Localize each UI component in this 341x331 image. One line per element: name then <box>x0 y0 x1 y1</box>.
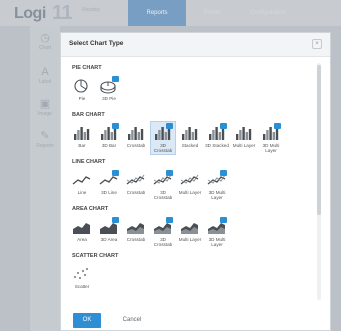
scrollbar-thumb[interactable] <box>317 65 321 215</box>
chart-type-option[interactable]: Scatter <box>69 262 95 296</box>
line-multilayer-icon <box>178 171 202 189</box>
select-chart-type-dialog: Select Chart Type × PIE CHART Pie 3D Pie BA… <box>60 32 331 331</box>
section-title: BAR CHART <box>72 112 105 118</box>
three-d-badge-icon <box>112 170 119 176</box>
chart-type-option[interactable]: Multi Layer <box>231 121 257 155</box>
chart-type-label: 3D Multi Layer <box>262 143 280 154</box>
section-title: PIE CHART <box>72 65 102 71</box>
bar-crosstab-icon <box>124 124 148 142</box>
chart-type-option[interactable]: Bar <box>69 121 95 155</box>
dialog-header: Select Chart Type × <box>61 33 330 57</box>
chart-type-label: Bar <box>78 143 86 148</box>
chart-type-label: Crosstab <box>126 237 146 242</box>
chart-type-label: Pie <box>78 96 86 101</box>
chart-type-label: Multi Layer <box>232 143 256 148</box>
chart-type-label: 3D Bar <box>101 143 117 148</box>
three-d-badge-icon <box>220 170 227 176</box>
chart-type-option[interactable]: Stacked <box>177 121 203 155</box>
chart-section: LINE CHART Line 3D Line Crosstab 3D Crosstab… <box>69 159 315 202</box>
chart-type-option[interactable]: Crosstab <box>123 168 149 202</box>
three-d-badge-icon <box>274 123 281 129</box>
three-d-badge-icon <box>112 217 119 223</box>
cancel-button[interactable]: Cancel <box>117 313 147 328</box>
chart-type-list: PIE CHART Pie 3D Pie BAR CHART Bar 3D Bar Cros… <box>69 63 315 300</box>
three-d-badge-icon <box>166 123 173 129</box>
chart-type-option[interactable]: 3D Crosstab <box>150 215 176 249</box>
chart-type-label: 3D Area <box>100 237 118 242</box>
three-d-badge-icon <box>220 123 227 129</box>
chart-type-option[interactable]: 3D Bar <box>96 121 122 155</box>
chart-type-row: Pie 3D Pie <box>69 74 315 108</box>
chart-type-row: Bar 3D Bar Crosstab 3D Crosstab Stacked 3D St… <box>69 121 315 155</box>
chart-type-option[interactable]: 3D Line <box>96 168 122 202</box>
chart-type-label: 3D Pie <box>102 96 116 101</box>
chart-type-label: Multi Layer <box>178 190 202 195</box>
chart-type-row: Area 3D Area Crosstab 3D Crosstab Multi Laye… <box>69 215 315 249</box>
three-d-badge-icon <box>112 123 119 129</box>
scrollbar[interactable] <box>317 63 321 300</box>
pie-icon <box>70 77 94 95</box>
area-multilayer-icon <box>178 218 202 236</box>
chart-type-label: Crosstab <box>126 143 146 148</box>
chart-type-option[interactable]: 3D Stacked <box>204 121 230 155</box>
line-crosstab-icon <box>124 171 148 189</box>
line-icon <box>70 171 94 189</box>
chart-type-label: 3D Crosstab <box>153 237 173 248</box>
chart-type-label: Crosstab <box>126 190 146 195</box>
section-title: LINE CHART <box>72 159 106 165</box>
chart-type-option[interactable]: Multi Layer <box>177 215 203 249</box>
three-d-badge-icon <box>166 170 173 176</box>
three-d-badge-icon <box>112 76 119 82</box>
chart-type-label: 3D Line <box>101 190 117 195</box>
bar-icon <box>70 124 94 142</box>
area-crosstab-icon <box>124 218 148 236</box>
bar-stacked-icon <box>178 124 202 142</box>
chart-type-row: Scatter <box>69 262 315 296</box>
dialog-title: Select Chart Type <box>69 40 124 47</box>
scatter-icon <box>70 265 94 283</box>
chart-type-option[interactable]: 3D Pie <box>96 74 122 108</box>
chart-type-option[interactable]: Crosstab <box>123 121 149 155</box>
chart-type-option[interactable]: 3D Crosstab <box>150 121 176 155</box>
bar-multilayer-icon <box>232 124 256 142</box>
dialog-footer: OK Cancel <box>61 303 330 331</box>
chart-section: AREA CHART Area 3D Area Crosstab 3D Crosstab… <box>69 206 315 249</box>
chart-type-label: 3D Crosstab <box>153 190 173 201</box>
chart-type-option[interactable]: Crosstab <box>123 215 149 249</box>
chart-type-row: Line 3D Line Crosstab 3D Crosstab Multi Laye… <box>69 168 315 202</box>
chart-section: BAR CHART Bar 3D Bar Crosstab 3D Crosstab Sta… <box>69 112 315 155</box>
chart-type-label: 3D Multi Layer <box>208 190 226 201</box>
chart-type-label: 3D Stacked <box>205 143 229 148</box>
chart-type-option[interactable]: Area <box>69 215 95 249</box>
section-title: SCATTER CHART <box>72 253 119 259</box>
chart-type-option[interactable]: 3D Multi Layer <box>204 215 230 249</box>
chart-type-option[interactable]: Multi Layer <box>177 168 203 202</box>
close-button[interactable]: × <box>312 39 322 49</box>
chart-type-label: Stacked <box>181 143 199 148</box>
chart-type-option[interactable]: Line <box>69 168 95 202</box>
chart-type-label: Multi Layer <box>178 237 202 242</box>
section-title: AREA CHART <box>72 206 109 212</box>
chart-type-label: 3D Crosstab <box>153 143 173 154</box>
chart-type-option[interactable]: 3D Crosstab <box>150 168 176 202</box>
area-icon <box>70 218 94 236</box>
chart-section: PIE CHART Pie 3D Pie <box>69 65 315 108</box>
chart-type-label: Scatter <box>74 284 90 289</box>
chart-type-label: Area <box>77 237 87 242</box>
chart-type-option[interactable]: 3D Multi Layer <box>204 168 230 202</box>
chart-type-option[interactable]: 3D Multi Layer <box>258 121 284 155</box>
three-d-badge-icon <box>166 217 173 223</box>
chart-section: SCATTER CHART Scatter <box>69 253 315 296</box>
chart-type-option[interactable]: 3D Area <box>96 215 122 249</box>
three-d-badge-icon <box>220 217 227 223</box>
chart-type-option[interactable]: Pie <box>69 74 95 108</box>
chart-type-label: 3D Multi Layer <box>208 237 226 248</box>
ok-button[interactable]: OK <box>73 313 101 328</box>
chart-type-label: Line <box>77 190 87 195</box>
